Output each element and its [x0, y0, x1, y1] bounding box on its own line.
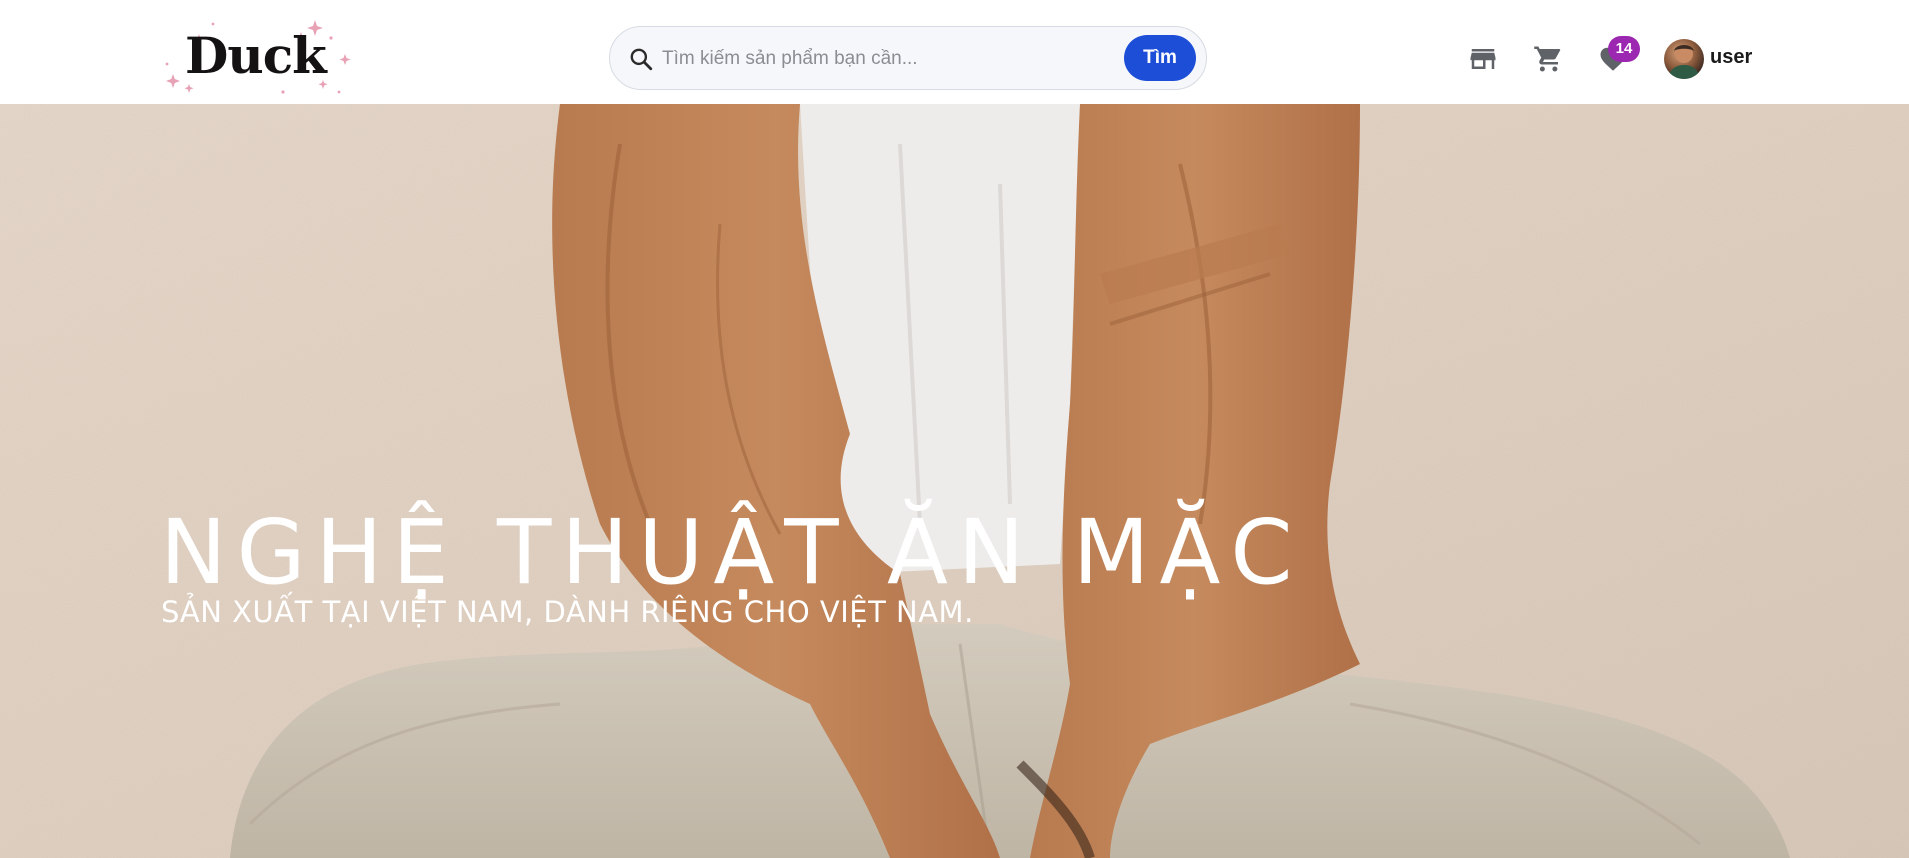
- logo-text: Duck: [185, 26, 327, 85]
- hero-subtitle: SẢN XUẤT TẠI VIỆT NAM, DÀNH RIÊNG CHO VI…: [161, 595, 974, 629]
- logo[interactable]: Duck: [163, 14, 358, 102]
- avatar-image: [1668, 45, 1700, 79]
- search-icon: [628, 46, 654, 72]
- search-button[interactable]: Tìm: [1124, 35, 1196, 81]
- hero-banner: NGHỆ THUẬT ĂN MẶC SẢN XUẤT TẠI VIỆT NAM,…: [0, 104, 1909, 858]
- avatar[interactable]: [1664, 39, 1704, 79]
- wishlist-count-badge: 14: [1608, 36, 1640, 62]
- cart-icon[interactable]: [1533, 44, 1563, 74]
- store-icon[interactable]: [1468, 44, 1498, 74]
- search-input[interactable]: [660, 37, 1114, 81]
- hero-title: NGHỆ THUẬT ĂN MẶC: [160, 500, 1303, 604]
- hero-photo: [0, 104, 1909, 858]
- username[interactable]: user: [1710, 46, 1752, 69]
- site-header: Duck Tìm 14: [0, 0, 1909, 104]
- search-bar: Tìm: [609, 26, 1207, 90]
